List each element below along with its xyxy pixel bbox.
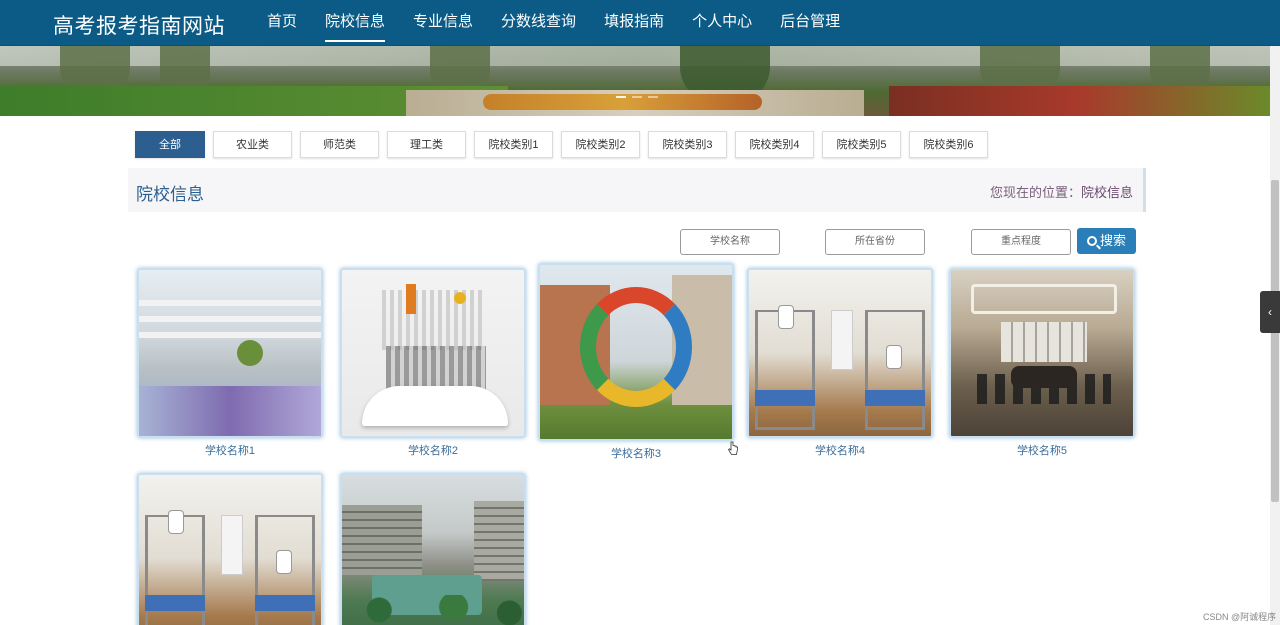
school-card[interactable] — [340, 473, 526, 625]
school-card[interactable] — [137, 473, 323, 625]
school-image[interactable] — [747, 268, 933, 438]
section-header: 院校信息 您现在的位置：院校信息 — [128, 168, 1146, 212]
school-name[interactable]: 学校名称3 — [538, 445, 734, 461]
search-button-label: 搜索 — [1099, 233, 1126, 248]
nav-major-info[interactable]: 专业信息 — [399, 0, 487, 46]
category-type-5[interactable]: 院校类别5 — [822, 131, 901, 158]
category-type-1[interactable]: 院校类别1 — [474, 131, 553, 158]
breadcrumb-current[interactable]: 院校信息 — [1081, 185, 1133, 200]
top-navbar: 高考报考指南网站 首页 院校信息 专业信息 分数线查询 填报指南 个人中心 后台… — [0, 0, 1280, 46]
key-level-input[interactable]: 重点程度 — [971, 229, 1071, 255]
category-type-2[interactable]: 院校类别2 — [561, 131, 640, 158]
breadcrumb: 您现在的位置：院校信息 — [990, 182, 1133, 201]
school-card[interactable]: 学校名称1 — [137, 268, 323, 458]
main-nav: 首页 院校信息 专业信息 分数线查询 填报指南 个人中心 后台管理 — [253, 0, 854, 46]
school-image[interactable] — [340, 473, 526, 625]
nav-personal-center[interactable]: 个人中心 — [678, 0, 766, 46]
category-type-4[interactable]: 院校类别4 — [735, 131, 814, 158]
watermark: CSDN @阿诚程序 — [1203, 612, 1277, 622]
category-type-3[interactable]: 院校类别3 — [648, 131, 727, 158]
school-name[interactable]: 学校名称5 — [949, 442, 1135, 458]
banner-dot[interactable] — [632, 96, 642, 98]
scrollbar-thumb[interactable] — [1271, 180, 1279, 502]
school-image[interactable] — [538, 263, 734, 441]
category-normal[interactable]: 师范类 — [300, 131, 379, 158]
category-filter: 全部 农业类 师范类 理工类 院校类别1 院校类别2 院校类别3 院校类别4 院… — [135, 131, 988, 158]
province-input[interactable]: 所在省份 — [825, 229, 925, 255]
school-image[interactable] — [949, 268, 1135, 438]
school-card[interactable]: 学校名称2 — [340, 268, 526, 458]
nav-score-lookup[interactable]: 分数线查询 — [487, 0, 590, 46]
hand-cursor-icon — [727, 441, 738, 455]
nav-application-guide[interactable]: 填报指南 — [590, 0, 678, 46]
search-icon — [1086, 236, 1097, 246]
school-card[interactable]: 学校名称3 — [538, 263, 734, 461]
school-name[interactable]: 学校名称4 — [747, 442, 933, 458]
school-name[interactable]: 学校名称1 — [137, 442, 323, 458]
school-name[interactable]: 学校名称2 — [340, 442, 526, 458]
banner-pagination[interactable] — [616, 96, 658, 98]
category-agriculture[interactable]: 农业类 — [213, 131, 292, 158]
category-science-engineering[interactable]: 理工类 — [387, 131, 466, 158]
page-title: 院校信息 — [136, 185, 204, 204]
school-image[interactable] — [340, 268, 526, 438]
site-brand[interactable]: 高考报考指南网站 — [53, 10, 225, 40]
school-card[interactable]: 学校名称4 — [747, 268, 933, 458]
nav-admin[interactable]: 后台管理 — [766, 0, 854, 46]
banner-dot[interactable] — [648, 96, 658, 98]
category-type-6[interactable]: 院校类别6 — [909, 131, 988, 158]
category-all[interactable]: 全部 — [135, 131, 205, 158]
side-panel-toggle[interactable]: ‹ — [1260, 291, 1280, 333]
banner-dot[interactable] — [616, 96, 626, 98]
nav-school-info[interactable]: 院校信息 — [311, 0, 399, 46]
school-image[interactable] — [137, 473, 323, 625]
search-button[interactable]: 搜索 — [1077, 228, 1136, 254]
page: 高考报考指南网站 首页 院校信息 专业信息 分数线查询 填报指南 个人中心 后台… — [0, 0, 1280, 625]
breadcrumb-prefix: 您现在的位置： — [989, 185, 1081, 200]
school-card[interactable]: 学校名称5 — [949, 268, 1135, 458]
school-name-input[interactable]: 学校名称 — [680, 229, 780, 255]
school-image[interactable] — [137, 268, 323, 438]
nav-home[interactable]: 首页 — [253, 0, 311, 46]
banner-image — [0, 46, 1270, 116]
